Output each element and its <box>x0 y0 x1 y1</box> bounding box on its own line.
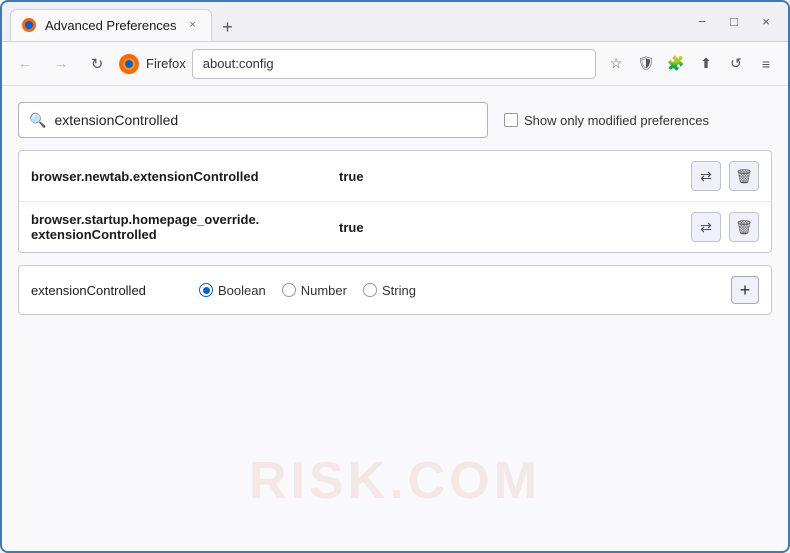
delete-button-1[interactable]: 🗑 <box>729 161 759 191</box>
tab-title: Advanced Preferences <box>45 18 177 33</box>
radio-boolean[interactable]: Boolean <box>199 283 266 298</box>
pref-name-2-line1: browser.startup.homepage_override. <box>31 212 331 227</box>
radio-number-circle <box>282 283 296 297</box>
delete-button-2[interactable]: 🗑 <box>729 212 759 242</box>
address-text: about:config <box>203 56 274 71</box>
back-button[interactable]: ← <box>10 49 40 79</box>
maximize-button[interactable]: □ <box>720 8 748 36</box>
close-button[interactable]: × <box>752 8 780 36</box>
pref-name-1: browser.newtab.extensionControlled <box>31 169 331 184</box>
nav-icon-group: ☆ 🛡 🧩 ⬆ ↺ ≡ <box>602 50 780 78</box>
pref-name-2-line2: extensionControlled <box>31 227 331 242</box>
tab-area: Advanced Preferences × + <box>10 2 680 41</box>
radio-string-circle <box>363 283 377 297</box>
address-bar[interactable]: about:config <box>192 49 596 79</box>
shield-icon[interactable]: 🛡 <box>632 50 660 78</box>
sync-icon[interactable]: ⬆ <box>692 50 720 78</box>
radio-boolean-dot <box>203 287 210 294</box>
radio-string-label: String <box>382 283 416 298</box>
menu-icon[interactable]: ≡ <box>752 50 780 78</box>
active-tab[interactable]: Advanced Preferences × <box>10 9 212 41</box>
row-actions-1: ⇄ 🗑 <box>691 161 759 191</box>
results-table: browser.newtab.extensionControlled true … <box>18 150 772 253</box>
search-icon: 🔍 <box>29 112 46 129</box>
row-actions-2: ⇄ 🗑 <box>691 212 759 242</box>
history-icon[interactable]: ↺ <box>722 50 750 78</box>
tab-favicon <box>21 17 37 33</box>
radio-string[interactable]: String <box>363 283 416 298</box>
navigation-bar: ← → ↻ Firefox about:config ☆ 🛡 🧩 ⬆ ↺ ≡ <box>2 42 788 86</box>
watermark: RISK.COM <box>249 451 541 511</box>
add-preference-row: extensionControlled Boolean Number <box>18 265 772 315</box>
show-modified-checkbox[interactable] <box>504 113 518 127</box>
type-radio-group: Boolean Number String <box>199 283 416 298</box>
tab-close-button[interactable]: × <box>185 17 201 33</box>
content-area: RISK.COM 🔍 extensionControlled Show only… <box>2 86 788 551</box>
firefox-label: Firefox <box>146 56 186 71</box>
search-container: 🔍 extensionControlled Show only modified… <box>18 102 772 138</box>
new-pref-name: extensionControlled <box>31 283 191 298</box>
toggle-button-2[interactable]: ⇄ <box>691 212 721 242</box>
radio-number-label: Number <box>301 283 347 298</box>
window-controls: − □ × <box>688 8 780 36</box>
show-modified-label: Show only modified preferences <box>524 113 709 128</box>
toggle-button-1[interactable]: ⇄ <box>691 161 721 191</box>
search-box[interactable]: 🔍 extensionControlled <box>18 102 488 138</box>
radio-boolean-label: Boolean <box>218 283 266 298</box>
browser-window: Advanced Preferences × + − □ × ← → ↻ Fir… <box>0 0 790 553</box>
pref-name-2-container: browser.startup.homepage_override. exten… <box>31 212 331 242</box>
pref-value-1: true <box>339 169 364 184</box>
show-modified-container: Show only modified preferences <box>504 113 709 128</box>
title-bar: Advanced Preferences × + − □ × <box>2 2 788 42</box>
table-row[interactable]: browser.startup.homepage_override. exten… <box>19 202 771 252</box>
bookmark-icon[interactable]: ☆ <box>602 50 630 78</box>
add-preference-button[interactable]: + <box>731 276 759 304</box>
minimize-button[interactable]: − <box>688 8 716 36</box>
new-tab-button[interactable]: + <box>214 13 242 41</box>
table-row[interactable]: browser.newtab.extensionControlled true … <box>19 151 771 202</box>
add-preference-section: extensionControlled Boolean Number <box>18 265 772 315</box>
pref-value-2: true <box>339 220 364 235</box>
firefox-logo-icon <box>118 53 140 75</box>
extension-icon[interactable]: 🧩 <box>662 50 690 78</box>
radio-number[interactable]: Number <box>282 283 347 298</box>
radio-boolean-circle <box>199 283 213 297</box>
forward-button[interactable]: → <box>46 49 76 79</box>
reload-button[interactable]: ↻ <box>82 49 112 79</box>
search-input[interactable]: extensionControlled <box>54 112 178 128</box>
